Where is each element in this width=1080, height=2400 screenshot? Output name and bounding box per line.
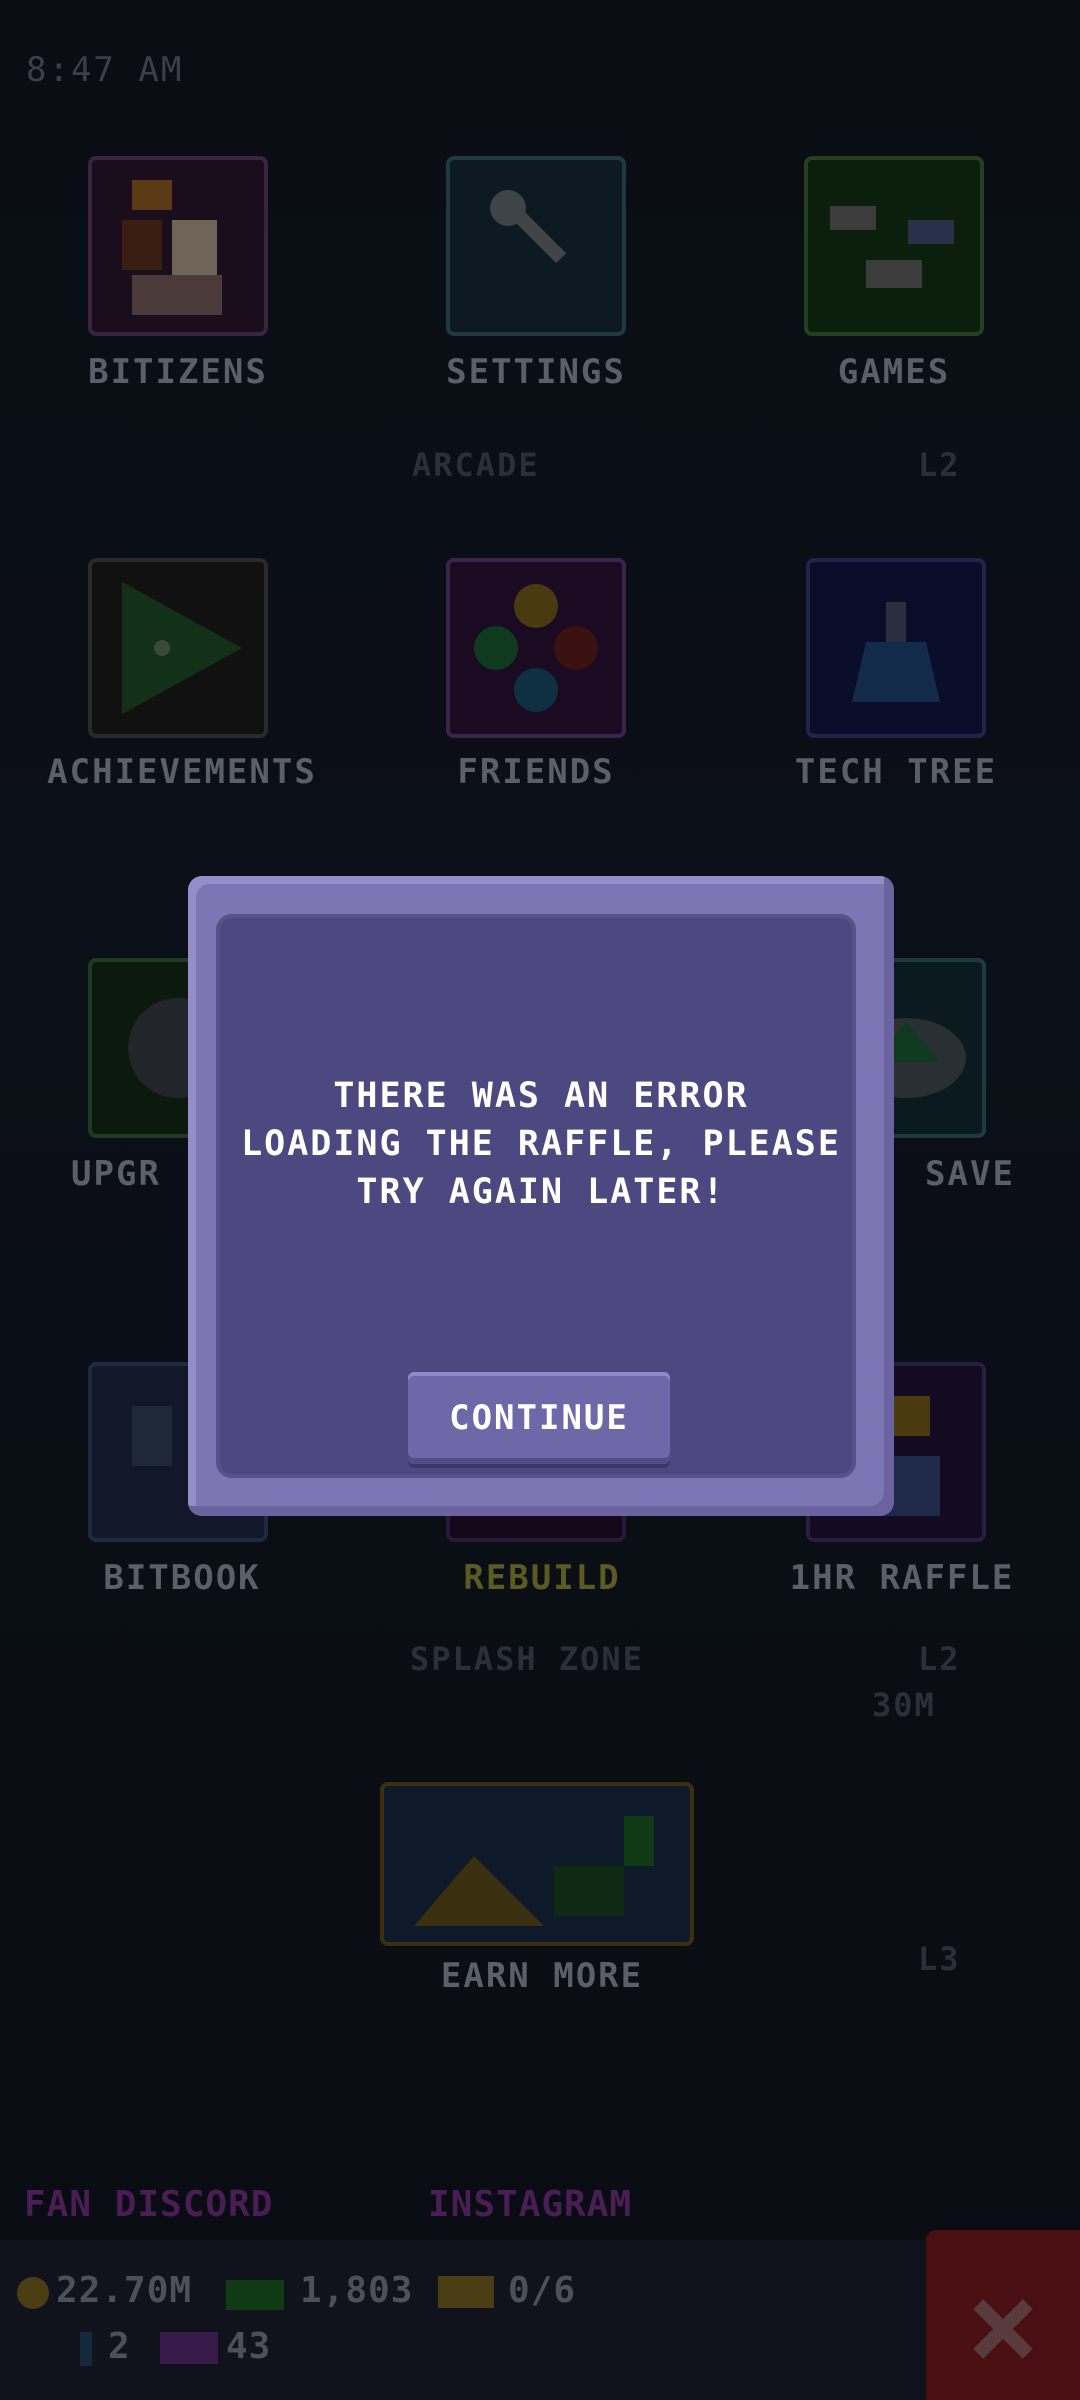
continue-label: CONTINUE [449,1398,629,1438]
settings-label: SETTINGS [446,352,626,392]
level-top-text: L2 [918,446,961,484]
gold-pile-icon [414,1816,654,1926]
rebuild-label: REBUILD [463,1558,621,1598]
bitizens-tile[interactable] [88,156,268,336]
level-bottom-text: L3 [918,1940,961,1978]
achievements-label: ACHIEVEMENTS [47,752,317,792]
instagram-link[interactable]: INSTAGRAM [428,2184,632,2225]
vip-icon [160,2332,218,2364]
play-icon [122,582,242,714]
status-time: 8:47 AM [26,50,184,90]
raffle-label: 1HR RAFFLE [789,1558,1015,1598]
dialog-message: THERE WAS AN ERROR LOADING THE RAFFLE, P… [188,1072,894,1216]
bitizens-icon [122,180,222,315]
splash-zone-text: SPLASH ZONE [410,1640,644,1678]
continue-button[interactable]: CONTINUE [408,1372,670,1464]
tech-tree-tile[interactable] [806,558,986,738]
game-screen: 8:47 AM BITIZENS SETTINGS GAMES ARCADE L… [0,0,1080,2400]
friends-tile[interactable] [446,558,626,738]
currency-bar: 22.70M 1,803 0/6 2 43 [0,2240,1080,2400]
coins-value: 22.70M [56,2270,193,2311]
friends-label: FRIENDS [457,752,615,792]
earn-more-tile[interactable] [380,1782,694,1946]
bitbook-label: BITBOOK [103,1558,261,1598]
games-label: GAMES [837,352,951,392]
discord-link[interactable]: FAN DISCORD [24,2184,273,2225]
achievements-tile[interactable] [88,558,268,738]
amount-text: 30M [872,1686,936,1724]
games-icon [830,206,954,288]
dialog-message-line2: LOADING THE RAFFLE, PLEASE [241,1124,841,1164]
earn-more-label: EARN MORE [440,1956,644,1996]
settings-tile[interactable] [446,156,626,336]
tickets-value: 0/6 [508,2270,577,2311]
wrench-icon [490,190,567,264]
close-icon [973,2299,1033,2359]
key-icon [80,2332,92,2366]
keys-value: 2 [108,2326,131,2367]
games-tile[interactable] [804,156,984,336]
bux-icon [226,2280,284,2310]
bux-value: 1,803 [300,2270,414,2311]
dialog-message-line1: THERE WAS AN ERROR [333,1076,749,1116]
arcade-text: ARCADE [412,446,540,484]
bitizens-label: BITIZENS [88,352,268,392]
level-mid-text: L2 [918,1640,961,1678]
tech-tree-label: TECH TREE [794,752,998,792]
ticket-icon [438,2276,494,2308]
dialog-message-line3: TRY AGAIN LATER! [356,1172,726,1212]
coin-icon [17,2277,49,2309]
flask-icon [852,602,940,702]
error-dialog: THERE WAS AN ERROR LOADING THE RAFFLE, P… [188,876,894,1516]
smileys-icon [474,584,598,712]
vip-value: 43 [226,2326,272,2367]
close-button[interactable] [926,2230,1080,2400]
